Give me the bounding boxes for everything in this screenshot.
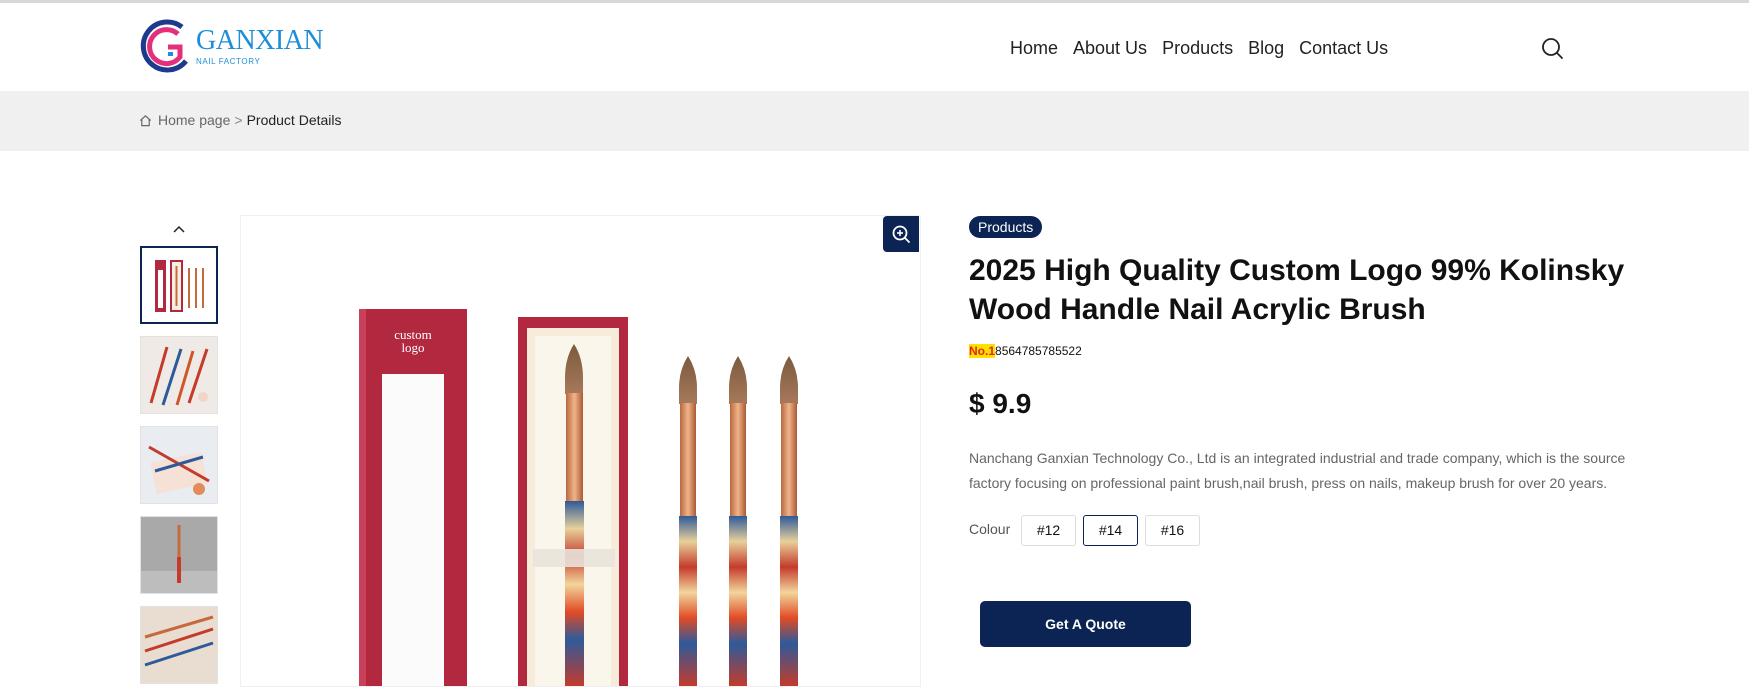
logo-subtext: NAIL FACTORY [196, 57, 261, 66]
nav-products[interactable]: Products [1162, 37, 1233, 59]
nav-about-us[interactable]: About Us [1073, 37, 1147, 59]
product-description: Nanchang Ganxian Technology Co., Ltd is … [969, 450, 1626, 491]
gallery-thumbnail[interactable] [140, 516, 218, 594]
thumbnail-box-image [142, 248, 216, 322]
home-icon [139, 114, 152, 126]
get-a-quote-button[interactable]: Get A Quote [980, 601, 1191, 647]
thumbnail-brushes-desk-image [141, 607, 217, 683]
nav-contact-us[interactable]: Contact Us [1299, 37, 1388, 59]
zoom-in-button[interactable] [883, 216, 919, 252]
chevron-up-icon[interactable] [172, 222, 186, 236]
colour-option-16[interactable]: #16 [1145, 515, 1200, 546]
main-nav: Home About Us Products Blog Contact Us [1010, 37, 1403, 59]
category-badge[interactable]: Products [969, 216, 1043, 238]
breadcrumb-bar: Home page > Product Details [0, 91, 1749, 151]
logo-wordmark: GANXIAN [196, 25, 324, 56]
breadcrumb-home-link[interactable]: Home page [158, 112, 230, 128]
site-header: GANXIAN NAIL FACTORY Home About Us Produ… [0, 3, 1749, 91]
product-sku: No.18564785785522 [969, 344, 1082, 358]
gallery-thumbnail[interactable] [140, 246, 218, 324]
colour-option-14[interactable]: #14 [1083, 515, 1138, 546]
product-price: $ 9.9 [969, 388, 1032, 419]
thumbnail-brushes-flatlay-image [141, 337, 217, 413]
gallery-thumbnail[interactable] [140, 336, 218, 414]
nav-blog[interactable]: Blog [1248, 37, 1284, 59]
product-main-image[interactable]: custom logo [240, 215, 921, 687]
breadcrumb-separator: > [234, 112, 243, 128]
sku-number: 8564785785522 [995, 344, 1082, 358]
gallery-thumbnail[interactable] [140, 426, 218, 504]
breadcrumb: Home page > Product Details [139, 112, 342, 128]
search-icon[interactable] [1540, 36, 1564, 60]
nav-home[interactable]: Home [1010, 37, 1058, 59]
brush-set-box-image: custom logo [359, 309, 798, 686]
zoom-in-icon [892, 225, 910, 243]
colour-label: Colour [969, 521, 1011, 537]
breadcrumb-current: Product Details [246, 112, 342, 128]
box-lid-text-line2: logo [401, 340, 424, 355]
sku-prefix: No.1 [969, 344, 996, 358]
thumbnail-single-brush-image [141, 517, 217, 593]
logo-mark-icon [140, 19, 188, 73]
colour-option-12[interactable]: #12 [1021, 515, 1076, 546]
thumbnail-brushes-art-image [141, 427, 217, 503]
site-logo[interactable]: GANXIAN NAIL FACTORY [138, 17, 324, 77]
gallery-thumbnail[interactable] [140, 606, 218, 684]
product-title: 2025 High Quality Custom Logo 99% Kolins… [969, 254, 1625, 326]
